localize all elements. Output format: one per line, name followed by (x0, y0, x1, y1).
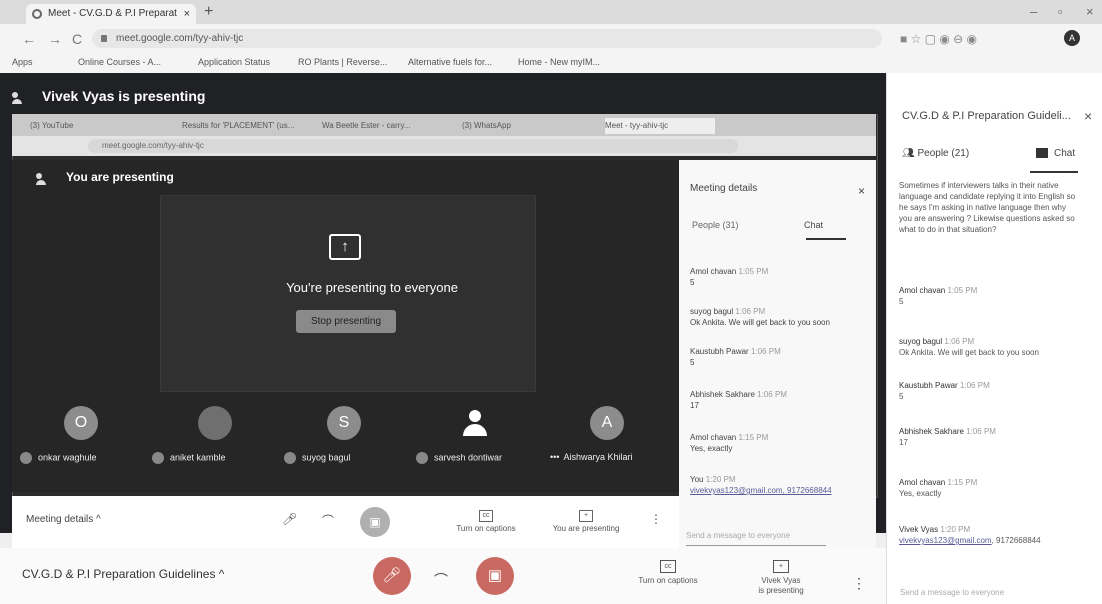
chat-message: suyog bagul 1:06 PM Ok Ankita. We will ge… (899, 337, 1039, 357)
message-input[interactable]: Send a message to everyone (900, 588, 1004, 597)
panel-close-icon[interactable]: × (1084, 108, 1092, 124)
shared-chat-message: Kaustubh Pawar 1:06 PM 5 (690, 347, 781, 367)
shared-chat-message: Amol chavan 1:15 PM Yes, exactly (690, 433, 769, 453)
shared-tab-whatsapp: (3) WhatsApp (462, 121, 511, 130)
people-tab[interactable]: 👥︎ People (21) (902, 148, 969, 159)
mic-muted-icon (152, 452, 164, 464)
window-close-button[interactable]: × (1086, 4, 1094, 19)
present-icon: + (579, 510, 593, 522)
shared-tab-meet: Meet - tyy-ahiv-tjc (605, 118, 715, 134)
bookmark-online-courses[interactable]: Online Courses - A... (78, 57, 161, 67)
chat-tab-underline (1030, 171, 1078, 173)
participant-avatar: S (327, 406, 361, 440)
tab-close-icon[interactable]: × (184, 4, 190, 24)
lock-icon (101, 35, 107, 42)
captions-icon: cc (660, 560, 676, 573)
people-icon: 👥︎ (902, 148, 918, 159)
present-screen-icon: ↑ (329, 234, 361, 260)
tab-underline (806, 238, 846, 240)
window-minimize-button[interactable]: – (1030, 4, 1037, 19)
presenting-to-everyone-text: You're presenting to everyone (286, 280, 458, 295)
chat-icon (1036, 148, 1048, 159)
back-button[interactable]: ← (22, 31, 36, 47)
presenter-banner: Vivek Vyas is presenting (12, 88, 205, 105)
chat-tab[interactable]: Chat (1036, 148, 1075, 159)
participant-name: onkar waghule (20, 452, 97, 464)
stop-presenting-button[interactable]: Stop presenting (296, 310, 396, 333)
shared-chat-message: You 1:20 PM vivekvyas123@gmail.com, 91726… (690, 475, 832, 495)
participant-avatar: A (590, 406, 624, 440)
shared-tab-email: Wa Beetle Ester - carry... (322, 121, 411, 130)
email-link[interactable]: vivekvyas123@gmail.com (899, 536, 992, 545)
shared-hangup-icon: ⌒ (322, 514, 335, 528)
present-icon: + (773, 560, 789, 573)
shared-more-options-icon: ⋮ (650, 512, 662, 526)
meeting-details-toggle[interactable]: CV.G.D & P.I Preparation Guidelines ^ (22, 567, 224, 581)
mic-off-button[interactable]: 🎤︎ (373, 557, 411, 595)
shared-captions-control: cc Turn on captions (456, 510, 516, 533)
window-restore-button[interactable]: ▫ (1058, 4, 1063, 19)
hangup-button[interactable]: ⌒ (434, 570, 448, 590)
chat-message: Amol chavan 1:05 PM 5 (899, 286, 978, 306)
shared-chat-message: Amol chavan 1:05 PM 5 (690, 267, 769, 287)
shared-people-tab: People (31) (692, 220, 739, 230)
camera-off-button[interactable]: ▣ (476, 557, 514, 595)
bookmark-apps[interactable]: Apps (12, 57, 33, 67)
url-text: meet.google.com/tyy-ahiv-tjc (116, 33, 244, 44)
shared-mic-icon: 🎤︎ (282, 512, 298, 526)
shared-chat-tab: Chat (804, 220, 824, 230)
shared-tab-youtube: (3) YouTube (30, 121, 74, 130)
address-bar[interactable]: meet.google.com/tyy-ahiv-tjc (92, 29, 882, 48)
meet-favicon-icon (32, 9, 42, 19)
tab-title: Meet - CV.G.D & P.I Preparat (48, 8, 177, 19)
shared-presenting-control: + You are presenting (552, 510, 620, 533)
browser-tab[interactable]: Meet - CV.G.D & P.I Preparat × (26, 4, 196, 24)
mic-muted-icon (416, 452, 428, 464)
participant-name: aniket kamble (152, 452, 226, 464)
shared-chat-message: Abhishek Sakhare 1:06 PM 17 (690, 390, 787, 410)
captions-button[interactable]: cc Turn on captions (618, 560, 718, 586)
presenting-person-icon (12, 90, 32, 105)
chat-message: Vivek Vyas 1:20 PM vivekvyas123@gmail.com… (899, 525, 1041, 545)
forward-button[interactable]: → (48, 31, 62, 47)
participant-name: ••• Aishwarya Khilari (550, 452, 633, 462)
shared-url: meet.google.com/tyy-ahiv-tjc (88, 139, 738, 153)
participant-name: sarvesh dontiwar (416, 452, 502, 464)
shared-meeting-details-toggle: Meeting details ^ (26, 514, 101, 525)
captions-icon: cc (479, 510, 493, 522)
bookmark-alternative-fuels[interactable]: Alternative fuels for... (408, 57, 492, 67)
chat-message: Abhishek Sakhare 1:06 PM 17 (899, 427, 996, 447)
extension-icons[interactable]: ■ ☆ ▢ ◉ ⊖ ◉ (900, 32, 977, 46)
participant-avatar: O (64, 406, 98, 440)
presenting-person-icon (36, 171, 56, 185)
bookmark-application-status[interactable]: Application Status (198, 57, 270, 67)
panel-title: CV.G.D & P.I Preparation Guideli... (902, 110, 1071, 122)
new-tab-button[interactable]: + (204, 3, 213, 21)
shared-message-input: Send a message to everyone (686, 531, 826, 546)
participant-photo (198, 406, 232, 440)
chat-message: Amol chavan 1:15 PM Yes, exactly (899, 478, 978, 498)
chat-message-text: Sometimes if interviewers talks in their… (899, 181, 1076, 234)
presenting-button[interactable]: + Vivek Vyas is presenting (731, 560, 831, 596)
shared-camera-off-icon: ▣ (360, 507, 390, 537)
mic-muted-icon (20, 452, 32, 464)
shared-tab-results: Results for 'PLACEMENT' (us... (182, 121, 295, 130)
shared-details-title: Meeting details (690, 183, 758, 194)
profile-avatar[interactable]: A (1064, 30, 1080, 46)
close-icon: × (858, 184, 866, 198)
bookmarks-bar: Apps Online Courses - A... Application S… (0, 52, 1102, 74)
participant-person-icon (458, 406, 492, 440)
reload-button[interactable]: C (72, 31, 82, 47)
more-options-button[interactable]: ⋮ (852, 575, 866, 592)
bookmark-ro-plants[interactable]: RO Plants | Reverse... (298, 57, 387, 67)
you-are-presenting-label: You are presenting (36, 170, 174, 185)
bookmark-home[interactable]: Home - New myIM... (518, 57, 600, 67)
chat-message: Kaustubh Pawar 1:06 PM 5 (899, 381, 990, 401)
mic-muted-icon (284, 452, 296, 464)
participant-name: suyog bagul (284, 452, 351, 464)
shared-chat-message: suyog bagul 1:06 PM Ok Ankita. We will ge… (690, 307, 830, 327)
